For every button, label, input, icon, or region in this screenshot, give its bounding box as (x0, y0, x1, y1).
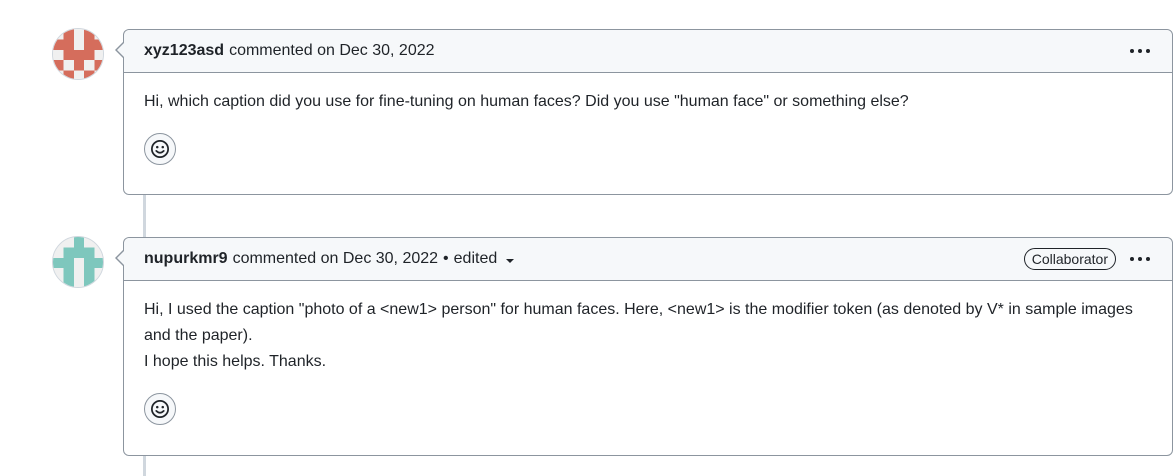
triangle-down-icon (506, 258, 515, 263)
timeline-line (143, 195, 146, 237)
kebab-horizontal-icon[interactable] (1128, 44, 1152, 58)
avatar[interactable] (52, 236, 104, 288)
author-link[interactable]: xyz123asd (144, 42, 224, 60)
header-actions (1128, 44, 1152, 58)
smiley-icon (151, 400, 169, 418)
comment-timestamp[interactable]: commented on Dec 30, 2022 (233, 250, 438, 268)
comment-header: xyz123asd commented on Dec 30, 2022 (124, 30, 1172, 73)
comment-text: I hope this helps. Thanks. (144, 353, 327, 370)
avatar[interactable] (52, 28, 104, 80)
edited-dropdown[interactable]: edited (454, 250, 515, 268)
author-link[interactable]: nupurkmr9 (144, 250, 228, 268)
comment: xyz123asd commented on Dec 30, 2022 Hi, … (115, 29, 1173, 195)
comment-body: Hi, I used the caption "photo of a <new1… (124, 281, 1172, 445)
timeline-line (143, 456, 146, 476)
header-actions: Collaborator (1023, 248, 1152, 270)
add-reaction-button[interactable] (144, 393, 176, 425)
comment-timestamp[interactable]: commented on Dec 30, 2022 (229, 42, 434, 60)
comment-header: nupurkmr9 commented on Dec 30, 2022 • ed… (124, 238, 1172, 281)
comment-body: Hi, which caption did you use for fine-t… (124, 73, 1172, 185)
separator: • (443, 250, 449, 267)
collaborator-badge: Collaborator (1023, 248, 1116, 270)
kebab-horizontal-icon[interactable] (1128, 252, 1152, 266)
edited-label: edited (453, 250, 498, 267)
comment: nupurkmr9 commented on Dec 30, 2022 • ed… (115, 237, 1173, 456)
comment-text: Hi, I used the caption "photo of a <new1… (144, 301, 1133, 344)
smiley-icon (151, 140, 169, 158)
comment-text: Hi, which caption did you use for fine-t… (144, 93, 909, 110)
add-reaction-button[interactable] (144, 133, 176, 165)
